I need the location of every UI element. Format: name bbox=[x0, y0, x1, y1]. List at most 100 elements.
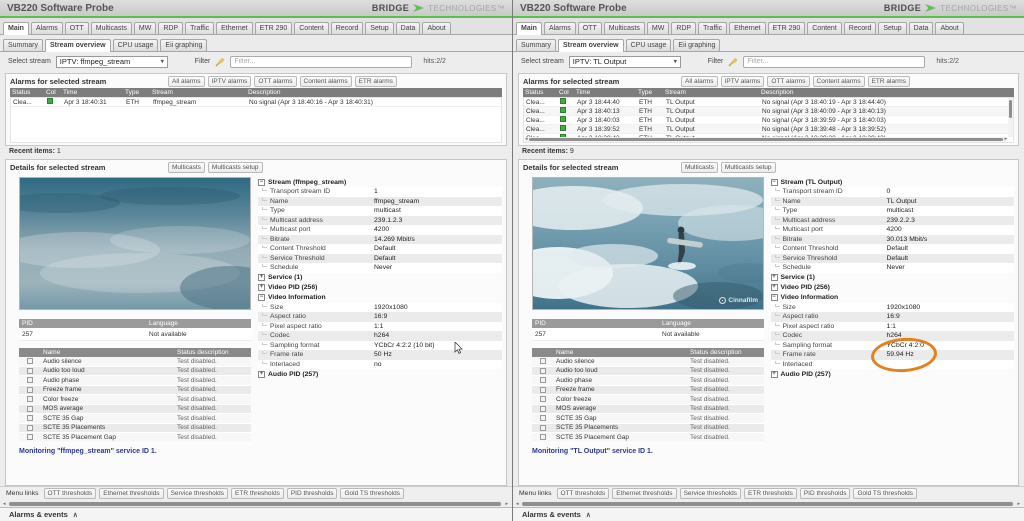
tab-data[interactable]: Data bbox=[396, 22, 421, 34]
alarm-row[interactable]: Clea... Apr 3 18:44:40 ETH TL Output No … bbox=[524, 98, 1013, 107]
content-alarms-button[interactable]: Content alarms bbox=[813, 76, 865, 87]
pid-row[interactable]: 257 Not available bbox=[19, 328, 251, 341]
horizontal-scrollbar[interactable] bbox=[516, 500, 1021, 507]
subtab-eii-graphing[interactable]: Eii graphing bbox=[160, 39, 207, 51]
tab-about[interactable]: About bbox=[935, 22, 963, 34]
service-thresholds-link[interactable]: Service thresholds bbox=[680, 488, 741, 499]
expand-icon[interactable]: + bbox=[258, 274, 265, 281]
expand-icon[interactable]: + bbox=[258, 284, 265, 291]
pid-thresholds-link[interactable]: PID thresholds bbox=[800, 488, 851, 499]
tab-ethernet[interactable]: Ethernet bbox=[729, 22, 765, 34]
checkbox[interactable] bbox=[27, 406, 33, 412]
subtab-stream-overview[interactable]: Stream overview bbox=[45, 39, 111, 52]
alarms-events-bar[interactable]: Alarms & events ∧ bbox=[0, 507, 512, 521]
tab-ott[interactable]: OTT bbox=[578, 22, 602, 34]
ott-thresholds-link[interactable]: OTT thresholds bbox=[44, 488, 97, 499]
alarms-events-bar[interactable]: Alarms & events ∧ bbox=[513, 507, 1024, 521]
checkbox[interactable] bbox=[540, 425, 546, 431]
checkbox[interactable] bbox=[540, 368, 546, 374]
chevron-up-icon[interactable]: ∧ bbox=[73, 511, 78, 519]
alarm-row[interactable]: Clea... Apr 3 18:39:52 ETH TL Output No … bbox=[524, 125, 1013, 134]
all-alarms-button[interactable]: All alarms bbox=[681, 76, 718, 87]
content-alarms-button[interactable]: Content alarms bbox=[300, 76, 352, 87]
ethernet-thresholds-link[interactable]: Ethernet thresholds bbox=[612, 488, 676, 499]
tab-traffic[interactable]: Traffic bbox=[698, 22, 727, 34]
checkbox[interactable] bbox=[540, 387, 546, 393]
monitoring-link[interactable]: Monitoring "TL Output" service ID 1. bbox=[523, 443, 765, 455]
tab-multicasts[interactable]: Multicasts bbox=[604, 22, 645, 34]
gold-ts-thresholds-link[interactable]: Gold TS thresholds bbox=[853, 488, 917, 499]
tab-mw[interactable]: MW bbox=[134, 22, 156, 34]
ott-thresholds-link[interactable]: OTT thresholds bbox=[557, 488, 610, 499]
checkbox[interactable] bbox=[540, 415, 546, 421]
gold-ts-thresholds-link[interactable]: Gold TS thresholds bbox=[340, 488, 404, 499]
subtab-summary[interactable]: Summary bbox=[3, 39, 43, 51]
checkbox[interactable] bbox=[27, 425, 33, 431]
tab-setup[interactable]: Setup bbox=[365, 22, 393, 34]
tab-ott[interactable]: OTT bbox=[65, 22, 89, 34]
tab-setup[interactable]: Setup bbox=[878, 22, 906, 34]
expand-icon[interactable]: + bbox=[771, 284, 778, 291]
tab-alarms[interactable]: Alarms bbox=[544, 22, 576, 34]
tab-content[interactable]: Content bbox=[807, 22, 842, 34]
tab-data[interactable]: Data bbox=[909, 22, 934, 34]
etr-alarms-button[interactable]: ETR alarms bbox=[355, 76, 397, 87]
alarm-row[interactable]: Clea... Apr 3 18:40:13 ETH TL Output No … bbox=[524, 107, 1013, 116]
alarms-vertical-scrollbar[interactable] bbox=[1008, 98, 1013, 137]
checkbox[interactable] bbox=[540, 377, 546, 383]
alarm-row[interactable]: Clea... Apr 3 18:40:03 ETH TL Output No … bbox=[524, 116, 1013, 125]
filter-input[interactable] bbox=[743, 56, 925, 68]
iptv-alarms-button[interactable]: IPTV alarms bbox=[208, 76, 252, 87]
scrollbar-thumb[interactable] bbox=[529, 138, 1003, 141]
horizontal-scrollbar[interactable] bbox=[3, 500, 509, 507]
subtab-summary[interactable]: Summary bbox=[516, 39, 556, 51]
ott-alarms-button[interactable]: OTT alarms bbox=[254, 76, 296, 87]
subtab-stream-overview[interactable]: Stream overview bbox=[558, 39, 624, 52]
scrollbar-thumb[interactable] bbox=[522, 502, 1013, 506]
collapse-icon[interactable]: − bbox=[771, 294, 778, 301]
checkbox[interactable] bbox=[27, 368, 33, 374]
stream-select[interactable]: IPTV: TL Output bbox=[569, 56, 681, 68]
checkbox[interactable] bbox=[27, 415, 33, 421]
monitoring-link[interactable]: Monitoring "ffmpeg_stream" service ID 1. bbox=[10, 443, 252, 455]
ethernet-thresholds-link[interactable]: Ethernet thresholds bbox=[99, 488, 163, 499]
checkbox[interactable] bbox=[540, 396, 546, 402]
checkbox[interactable] bbox=[27, 358, 33, 364]
etr-thresholds-link[interactable]: ETR thresholds bbox=[231, 488, 284, 499]
tab-rdp[interactable]: RDP bbox=[671, 22, 696, 34]
tab-record[interactable]: Record bbox=[331, 22, 364, 34]
checkbox[interactable] bbox=[540, 434, 546, 440]
checkbox[interactable] bbox=[540, 358, 546, 364]
collapse-icon[interactable]: − bbox=[771, 179, 778, 186]
tab-record[interactable]: Record bbox=[844, 22, 877, 34]
pid-row[interactable]: 257 Not available bbox=[532, 328, 764, 341]
scrollbar-thumb[interactable] bbox=[9, 502, 501, 506]
multicasts-setup-button[interactable]: Multicasts setup bbox=[721, 162, 776, 173]
iptv-alarms-button[interactable]: IPTV alarms bbox=[721, 76, 765, 87]
filter-input[interactable] bbox=[230, 56, 412, 68]
chevron-up-icon[interactable]: ∧ bbox=[586, 511, 591, 519]
alarm-row[interactable]: Clea... Apr 3 18:40:31 ETH ffmpeg_stream… bbox=[11, 98, 501, 107]
multicasts-button[interactable]: Multicasts bbox=[681, 162, 718, 173]
alarms-horizontal-scrollbar[interactable] bbox=[525, 137, 1007, 142]
tab-rdp[interactable]: RDP bbox=[158, 22, 183, 34]
etr-thresholds-link[interactable]: ETR thresholds bbox=[744, 488, 797, 499]
expand-icon[interactable]: + bbox=[771, 371, 778, 378]
filter-brush-icon[interactable] bbox=[215, 57, 225, 67]
ott-alarms-button[interactable]: OTT alarms bbox=[767, 76, 809, 87]
subtab-eii-graphing[interactable]: Eii graphing bbox=[673, 39, 720, 51]
scrollbar-thumb[interactable] bbox=[1009, 100, 1012, 118]
filter-brush-icon[interactable] bbox=[728, 57, 738, 67]
multicasts-button[interactable]: Multicasts bbox=[168, 162, 205, 173]
service-thresholds-link[interactable]: Service thresholds bbox=[167, 488, 228, 499]
stream-select[interactable]: IPTV: ffmpeg_stream bbox=[56, 56, 168, 68]
tab-about[interactable]: About bbox=[422, 22, 450, 34]
tab-mw[interactable]: MW bbox=[647, 22, 669, 34]
checkbox[interactable] bbox=[27, 377, 33, 383]
collapse-icon[interactable]: − bbox=[258, 179, 265, 186]
collapse-icon[interactable]: − bbox=[258, 294, 265, 301]
tab-content[interactable]: Content bbox=[294, 22, 329, 34]
checkbox[interactable] bbox=[540, 406, 546, 412]
video-preview[interactable] bbox=[19, 177, 251, 310]
pid-thresholds-link[interactable]: PID thresholds bbox=[287, 488, 338, 499]
